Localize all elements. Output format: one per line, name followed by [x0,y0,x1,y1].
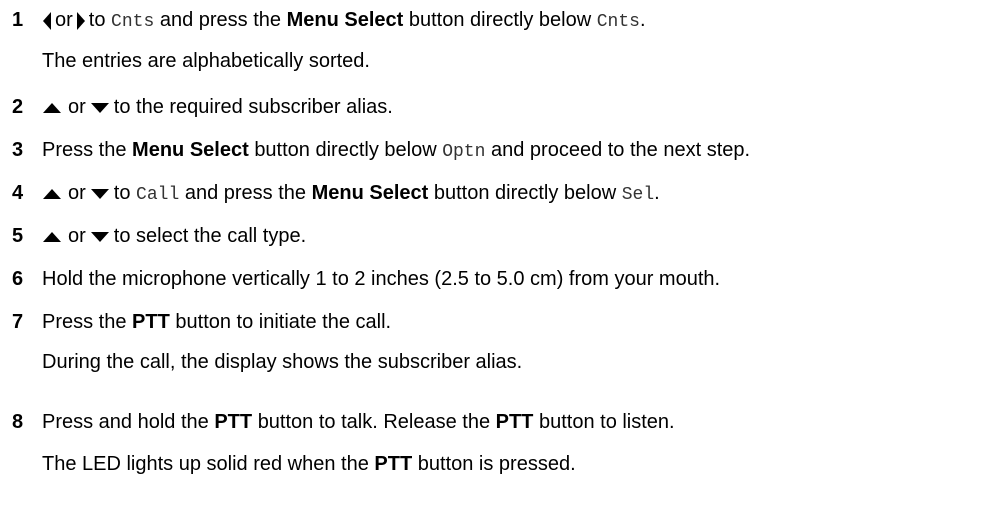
step-number: 7 [12,311,24,333]
button-name: PTT [495,411,534,433]
menu-code: Cnts [596,12,640,32]
button-name: PTT [132,311,170,333]
step-text: or to the required subscriber alias. [42,95,393,119]
up-arrow-key-icon [43,188,61,199]
right-arrow-key-icon [76,11,85,30]
step-text: or to select the call type. [42,224,306,248]
down-arrow-key-icon [90,188,109,199]
step-number: 3 [12,139,24,161]
menu-code: Sel [621,185,655,205]
step-number: 6 [12,268,24,290]
up-arrow-key-icon [43,102,61,113]
step-text: Hold the microphone vertically 1 to 2 in… [42,268,721,290]
step-number: 5 [12,225,24,247]
step-number: 1 [12,9,24,31]
down-arrow-key-icon [90,102,109,113]
step-text: Press the PTT button to initiate the cal… [42,311,392,333]
down-arrow-key-icon [90,231,109,242]
step-7-note: During the call, the display shows the s… [42,351,523,373]
left-arrow-key-icon [43,11,51,30]
step-number: 4 [12,182,24,204]
menu-code: Call [136,185,180,205]
button-name: Menu Select [286,9,404,31]
menu-code: Optn [442,142,486,162]
step-number: 8 [12,411,24,433]
up-arrow-key-icon [43,231,61,242]
button-name: PTT [374,453,413,475]
menu-code: Cnts [111,12,155,32]
step-number: 2 [12,96,24,118]
button-name: PTT [214,411,253,433]
button-name: Menu Select [311,182,429,204]
step-1-note: The entries are alphabetically sorted. [42,50,370,72]
button-name: Menu Select [132,139,249,161]
step-8-note: The LED lights up solid red when the PTT… [42,453,576,475]
step-text: Press and hold the PTT button to talk. R… [42,411,675,433]
step-text: or to Call and press the Menu Select butt… [42,181,660,207]
step-text: Press the Menu Select button directly be… [42,139,751,162]
step-text: or to Cnts and press the Menu Select butt… [42,8,646,34]
